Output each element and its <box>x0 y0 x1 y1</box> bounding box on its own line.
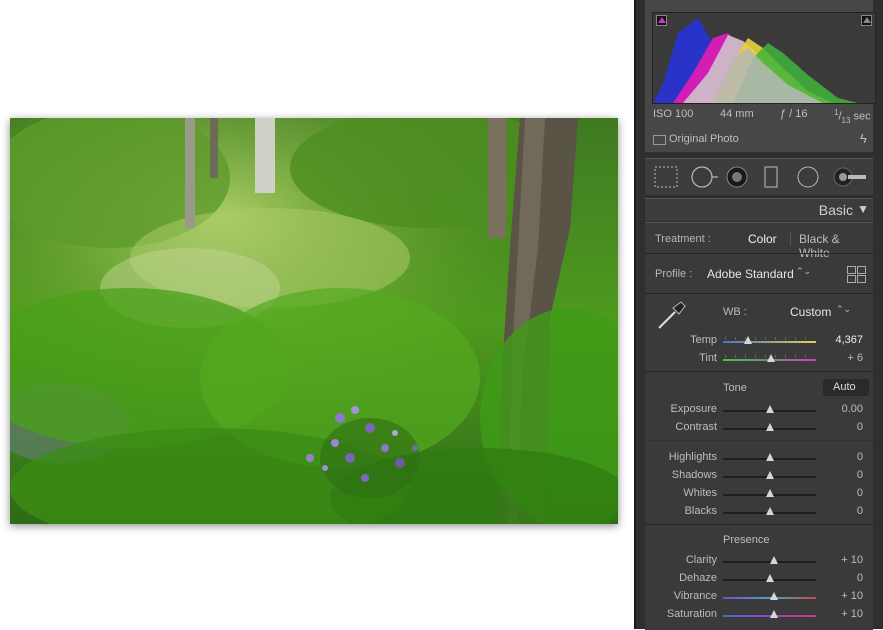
forest-photo <box>10 118 618 524</box>
treatment-bw-button[interactable]: Black & White <box>799 232 873 260</box>
spot-removal-icon[interactable] <box>691 166 718 188</box>
slider-row-clarity: Clarity + 10 <box>645 554 873 572</box>
saturation-label: Saturation <box>666 608 717 620</box>
wb-eyedropper-icon <box>658 301 686 329</box>
presence-label: Presence <box>723 534 770 546</box>
whites-slider-handle[interactable] <box>765 489 774 497</box>
tone-label: Tone <box>723 382 747 394</box>
dehaze-slider-handle[interactable] <box>765 574 774 582</box>
saturation-value[interactable]: + 10 <box>823 608 863 620</box>
slider-row-tint: Tint + 6 <box>645 352 873 370</box>
tone-auto-button[interactable]: Auto <box>823 379 869 396</box>
temp-slider-ticks <box>725 337 815 340</box>
divider <box>645 293 873 294</box>
adjustment-brush-icon[interactable] <box>833 167 866 187</box>
original-photo-label: Original Photo <box>669 133 739 145</box>
lightning-icon[interactable]: ϟ <box>860 131 867 146</box>
divider <box>645 371 873 372</box>
profile-browser-grid-icon[interactable] <box>847 266 866 283</box>
red-eye-icon[interactable] <box>726 166 748 188</box>
original-photo-checkbox[interactable] <box>653 135 666 145</box>
vibrance-value[interactable]: + 10 <box>823 590 863 602</box>
tint-slider-handle[interactable] <box>767 354 776 362</box>
histogram-panel: ISO 100 44 mm ƒ / 16 1/13 sec Original P… <box>645 0 876 152</box>
wb-chevron-icon[interactable]: ⌃⌄ <box>836 304 851 315</box>
dehaze-label: Dehaze <box>679 572 717 584</box>
slider-row-blacks: Blacks 0 <box>645 505 873 523</box>
shadow-clipping-indicator[interactable] <box>656 15 667 26</box>
collapse-triangle-icon[interactable]: ▼ <box>857 202 869 216</box>
wb-eyedropper-icon[interactable] <box>655 298 689 332</box>
exposure-slider-handle[interactable] <box>765 405 774 413</box>
treatment-label: Treatment : <box>655 233 711 245</box>
exif-focal-length: 44 mm <box>720 108 754 120</box>
tint-value[interactable]: + 6 <box>823 352 863 364</box>
clarity-label: Clarity <box>685 554 717 566</box>
blacks-label: Blacks <box>684 505 717 517</box>
divider <box>645 253 873 254</box>
exif-shutter: 1/13 sec <box>834 108 871 125</box>
slider-row-whites: Whites 0 <box>645 487 873 505</box>
highlight-clipping-indicator[interactable] <box>861 15 872 26</box>
slider-row-highlights: Highlights 0 <box>645 451 873 469</box>
vibrance-label: Vibrance <box>673 590 717 602</box>
divider <box>645 440 873 441</box>
treatment-color-button[interactable]: Color <box>748 232 777 246</box>
divider <box>645 524 873 525</box>
basic-panel-body: Treatment : Color Black & White Profile … <box>645 222 873 630</box>
basic-panel-title: Basic <box>818 202 853 218</box>
blacks-slider-handle[interactable] <box>765 507 774 515</box>
temp-value[interactable]: 4,367 <box>823 334 863 346</box>
clarity-value[interactable]: + 10 <box>823 554 863 566</box>
histogram[interactable] <box>652 12 876 104</box>
basic-panel-header[interactable]: Basic ▼ <box>645 198 873 221</box>
clarity-slider-handle[interactable] <box>770 556 779 564</box>
shadows-label: Shadows <box>671 469 717 481</box>
blacks-value[interactable]: 0 <box>823 505 863 517</box>
tint-label: Tint <box>699 352 717 364</box>
temp-label: Temp <box>690 334 717 346</box>
exif-aperture: ƒ / 16 <box>780 108 808 120</box>
slider-row-vibrance: Vibrance + 10 <box>645 590 873 608</box>
highlights-value[interactable]: 0 <box>823 451 863 463</box>
shadows-slider-handle[interactable] <box>765 471 774 479</box>
dehaze-value[interactable]: 0 <box>823 572 863 584</box>
contrast-value[interactable]: 0 <box>823 421 863 433</box>
contrast-slider-handle[interactable] <box>765 423 774 431</box>
exposure-label: Exposure <box>670 403 717 415</box>
slider-row-shadows: Shadows 0 <box>645 469 873 487</box>
tool-strip <box>645 158 873 195</box>
highlights-label: Highlights <box>668 451 717 463</box>
profile-label: Profile : <box>655 268 693 280</box>
slider-row-contrast: Contrast 0 <box>645 421 873 439</box>
whites-value[interactable]: 0 <box>823 487 863 499</box>
crop-overlay-icon[interactable] <box>654 166 678 188</box>
saturation-slider-handle[interactable] <box>770 610 779 618</box>
contrast-label: Contrast <box>675 421 717 433</box>
vibrance-slider-handle[interactable] <box>770 592 779 600</box>
develop-right-panel: ISO 100 44 mm ƒ / 16 1/13 sec Original P… <box>634 0 883 630</box>
tool-strip-icons <box>654 166 866 188</box>
profile-chevron-icon[interactable]: ⌃⌄ <box>796 266 811 277</box>
highlights-slider-handle[interactable] <box>765 453 774 461</box>
shadows-value[interactable]: 0 <box>823 469 863 481</box>
whites-label: Whites <box>683 487 717 499</box>
wb-label: WB : <box>723 306 747 318</box>
profile-dropdown[interactable]: Adobe Standard <box>707 267 794 281</box>
slider-row-exposure: Exposure 0.00 <box>645 403 873 421</box>
tone-auto-label: Auto <box>833 381 856 393</box>
exif-iso: ISO 100 <box>653 108 694 120</box>
histogram-graph <box>653 18 858 103</box>
exposure-value[interactable]: 0.00 <box>823 403 863 415</box>
photo-preview[interactable] <box>10 118 618 524</box>
slider-row-dehaze: Dehaze 0 <box>645 572 873 590</box>
temp-slider-track[interactable] <box>723 341 816 343</box>
temp-slider-handle[interactable] <box>744 336 753 344</box>
wb-dropdown[interactable]: Custom <box>790 305 831 319</box>
slider-row-saturation: Saturation + 10 <box>645 608 873 626</box>
radial-filter-icon[interactable] <box>797 166 819 188</box>
slider-row-temp: Temp 4,367 <box>645 334 873 352</box>
treatment-divider <box>790 232 791 246</box>
graduated-filter-icon[interactable] <box>764 166 778 188</box>
